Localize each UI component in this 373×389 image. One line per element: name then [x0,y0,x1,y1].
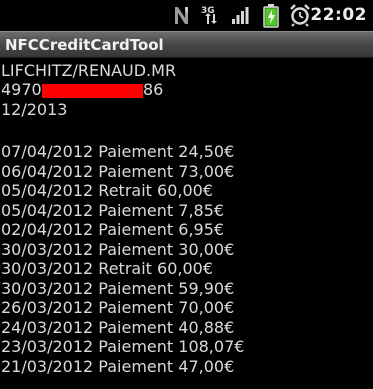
card-expiry: 12/2013 [1,100,68,119]
nfc-icon [175,7,188,24]
signal-strength-icon [232,7,249,24]
app-title-bar: NFCCreditCardTool [0,31,373,58]
transaction-item: 30/03/2012 Paiement 59,90€ [1,278,235,298]
card-number-redaction [42,84,143,98]
transaction-item: 21/03/2012 Paiement 47,00€ [1,356,235,376]
transaction-item: 23/03/2012 Paiement 108,07€ [1,337,245,356]
transaction-item: 05/04/2012 Retrait 60,00€ [1,181,213,200]
card-number: 4970 86 [1,80,201,100]
alarm-icon [290,4,310,27]
card-number-suffix: 86 [143,80,164,99]
transaction-item: 30/03/2012 Retrait 60,00€ [1,259,213,278]
card-holder-name: LIFCHITZ/RENAUD.MR [1,61,177,80]
transaction-item: 02/04/2012 Paiement 6,95€ [1,220,225,239]
status-time: 22:02 [310,5,367,25]
transaction-item: 06/04/2012 Paiement 73,00€ [1,161,235,181]
card-info-panel[interactable]: LIFCHITZ/RENAUD.MR 4970 86 12/2013 07/04… [0,58,373,389]
app-title: NFCCreditCardTool [5,36,164,54]
battery-charging-icon [263,4,279,28]
transaction-item: 07/04/2012 Paiement 24,50€ [1,142,235,161]
card-number-prefix: 4970 [1,80,42,99]
transaction-item: 26/03/2012 Paiement 70,00€ [1,298,235,317]
transaction-item: 24/03/2012 Paiement 40,88€ [1,317,235,337]
status-bar: 3G 22:02 [0,0,373,31]
transaction-item: 05/04/2012 Paiement 7,85€ [1,200,225,220]
transaction-list: 07/04/2012 Paiement 24,50€ 06/04/2012 Pa… [1,142,244,376]
transaction-item: 30/03/2012 Paiement 30,00€ [1,239,235,259]
3g-data-icon: 3G [201,6,217,24]
